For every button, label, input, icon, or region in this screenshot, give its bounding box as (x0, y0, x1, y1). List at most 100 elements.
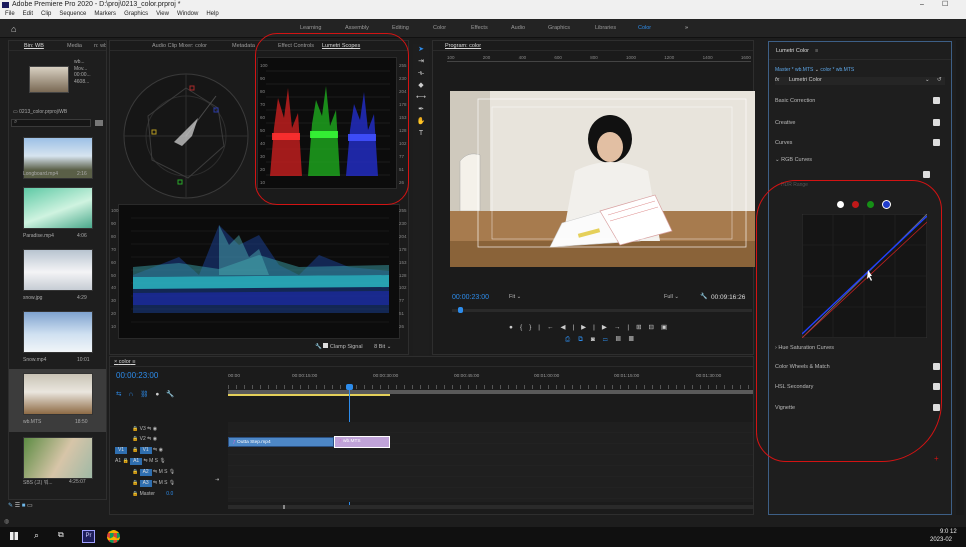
workspace-learning[interactable]: Learning (300, 25, 321, 31)
tab-media[interactable]: Media (67, 41, 82, 50)
linked-selection-icon[interactable]: ⛓ (140, 391, 155, 398)
tab-program[interactable]: Program: color (445, 41, 481, 50)
camera-icon[interactable]: ◙ (591, 336, 603, 343)
track-select-tool-icon[interactable]: ⇥ (413, 56, 429, 68)
timeline-timecode[interactable]: 00:00:23:00 (116, 371, 158, 380)
play-icon[interactable]: ▶ (581, 324, 593, 331)
menu-graphics[interactable]: Graphics (124, 10, 148, 19)
mark-in-icon[interactable]: { (520, 324, 529, 331)
tab-audio-clip-mixer[interactable]: Audio Clip Mixer: color (152, 41, 207, 50)
lock-icon[interactable]: 🔒 (132, 436, 138, 442)
workspace-assembly[interactable]: Assembly (345, 25, 369, 31)
creative-checkbox[interactable] (933, 119, 940, 126)
menu-help[interactable]: Help (206, 10, 218, 19)
vr-icon[interactable]: ▤ (616, 336, 629, 343)
menu-file[interactable]: File (5, 10, 15, 19)
menu-clip[interactable]: Clip (41, 10, 51, 19)
maximize-button[interactable]: ☐ (942, 0, 948, 10)
scrollbar-thumb[interactable] (283, 505, 285, 509)
basic-correction-checkbox[interactable] (933, 97, 940, 104)
playhead-marker[interactable] (458, 307, 463, 313)
panel-menu-icon[interactable]: ≡ (815, 42, 818, 59)
step-forward-icon[interactable]: |▶ (593, 324, 614, 331)
premiere-taskbar-icon[interactable]: Pr (82, 530, 95, 543)
clip-thumbnail-snow-jpg[interactable] (23, 249, 93, 291)
lock-icon[interactable]: 🔒 (123, 458, 129, 464)
timeline-ruler[interactable]: 00:00 00:00:15:00 00:00:30:00 00:00:45:0… (228, 374, 753, 396)
workspace-editing[interactable]: Editing (392, 25, 409, 31)
effect-selector[interactable]: fx Lumetri Color ⌄ ↺ (775, 77, 945, 85)
fit-select[interactable]: Fit ⌄ (509, 294, 521, 300)
tab-sequence-color[interactable]: × color ≡ (114, 357, 135, 366)
add-marker-icon[interactable]: ● (155, 391, 166, 398)
clamp-signal-checkbox[interactable] (323, 343, 329, 348)
lock-icon[interactable]: 🔒 (132, 426, 138, 432)
workspace-libraries[interactable]: Libraries (595, 25, 616, 31)
track-target-a3[interactable]: A3 (139, 480, 152, 487)
go-to-in-icon[interactable]: |← (538, 324, 560, 331)
tab-bin-wb[interactable]: Bin: WB (24, 41, 44, 50)
track-target-a1[interactable]: A1 (130, 458, 143, 465)
menu-edit[interactable]: Edit (23, 10, 33, 19)
type-tool-icon[interactable]: T (413, 128, 429, 140)
new-bin-icon[interactable] (95, 120, 103, 126)
workspace-effects[interactable]: Effects (471, 25, 488, 31)
button-editor-icon[interactable]: ▦ (629, 336, 642, 343)
rgb-curves-checkbox[interactable] (923, 171, 930, 178)
menu-markers[interactable]: Markers (94, 10, 116, 19)
chevron-down-icon[interactable]: ⌄ (387, 344, 392, 350)
source-patch-v1[interactable]: V1 (115, 447, 127, 454)
lock-icon[interactable]: 🔒 (132, 491, 138, 497)
clip-wb-mts[interactable]: ƒ wb.MTS (334, 436, 390, 448)
clip-outta-step[interactable]: ƒ Outta Step.mp4 (228, 437, 334, 447)
menu-window[interactable]: Window (177, 10, 198, 19)
ripple-edit-tool-icon[interactable]: ⟛ (413, 68, 429, 80)
clip-thumbnail-wb[interactable] (23, 373, 93, 415)
settings-wrench-icon[interactable]: 🔧 (700, 293, 707, 300)
slip-tool-icon[interactable]: ⟷ (413, 92, 429, 104)
timeline-scrollbar[interactable] (228, 505, 753, 509)
search-input[interactable]: ⌕ (11, 119, 91, 127)
go-to-out-icon[interactable]: →| (614, 324, 636, 331)
workspace-audio[interactable]: Audio (511, 25, 525, 31)
lock-icon[interactable]: 🔒 (132, 447, 138, 453)
sync-icon[interactable]: ⇋ (147, 436, 151, 442)
list-view-icon[interactable]: ☰ (15, 503, 22, 509)
export-frame-icon[interactable]: ▣ (661, 324, 674, 331)
tab-lumetri-color[interactable]: Lumetri Color (776, 42, 809, 59)
menu-view[interactable]: View (156, 10, 169, 19)
windows-start-icon[interactable] (10, 532, 18, 540)
clip-thumbnail-sbs[interactable] (23, 437, 93, 479)
step-back-icon[interactable]: ◀| (560, 324, 581, 331)
clip-thumbnail-snow-mp4[interactable] (23, 311, 93, 353)
add-marker-icon[interactable]: ● (509, 324, 520, 331)
timeline-settings-icon[interactable]: 🔧 (166, 391, 181, 398)
track-target-a2[interactable]: A2 (139, 469, 152, 476)
mic-icon[interactable]: 🎙 (169, 469, 175, 475)
eye-icon[interactable]: ◉ (159, 447, 163, 453)
tab-metadata[interactable]: Metadata (232, 41, 255, 50)
curves-checkbox[interactable] (933, 139, 940, 146)
eye-icon[interactable]: ◉ (153, 426, 157, 432)
master-volume[interactable]: 0.0 (166, 491, 173, 497)
extract-icon[interactable]: ⧉ (578, 336, 591, 343)
workspace-color-active[interactable]: Color (638, 25, 651, 31)
quality-select[interactable]: Full ⌄ (664, 294, 679, 300)
sync-icon[interactable]: ⇋ (153, 447, 157, 453)
clip-thumbnail-paradise[interactable] (23, 187, 93, 229)
program-timecode[interactable]: 00:00:23:00 (452, 294, 489, 301)
bit-depth-select[interactable]: 8 Bit (374, 344, 385, 350)
workspace-graphics[interactable]: Graphics (548, 25, 570, 31)
comparison-view-icon[interactable]: ▭ (603, 336, 616, 343)
menu-sequence[interactable]: Sequence (59, 10, 86, 19)
track-target-v1[interactable]: V1 (139, 447, 152, 454)
playhead-handle[interactable] (346, 384, 353, 390)
rgb-curves-toggle[interactable]: ⌄ RGB Curves (775, 157, 812, 163)
selection-tool-icon[interactable]: ➤ (413, 44, 429, 56)
master-clip[interactable]: Master * wb.MTS (775, 67, 813, 73)
clip-selector[interactable]: Master * wb.MTS ⌄ color * wb.MTS (775, 67, 854, 73)
sequence-clip[interactable]: color * wb.MTS (820, 67, 854, 73)
pen-tool-icon[interactable]: ✒ (413, 104, 429, 116)
overwrite-icon[interactable]: ⊟ (649, 324, 661, 331)
home-icon[interactable]: ⌂ (11, 24, 16, 34)
